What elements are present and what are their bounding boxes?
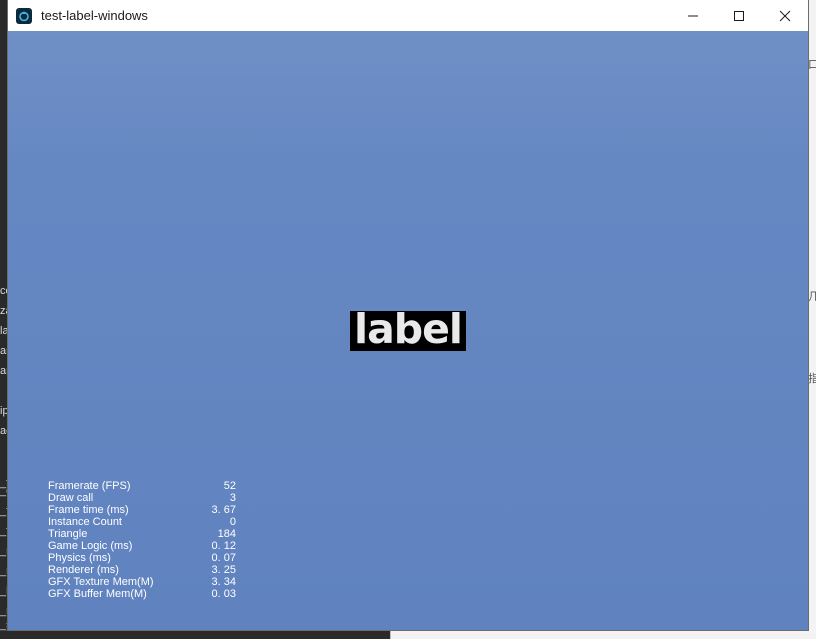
maximize-icon [734,10,744,21]
window-title: test-label-windows [41,8,148,23]
desktop-bottom-right-strip [390,630,816,639]
bg-fragment: 几状 [808,291,816,303]
stat-row-draw-call: Draw call 3 [48,492,236,504]
stat-value: 52 [223,480,236,492]
label-text: label [354,311,463,351]
stat-row-frame-time: Frame time (ms) 3. 67 [48,504,236,516]
title-bar[interactable]: test-label-windows [8,0,808,31]
bg-fragment: 口. [808,59,816,71]
stat-label: Renderer (ms) [48,564,119,576]
stat-label: Game Logic (ms) [48,540,133,552]
maximize-button[interactable] [716,0,762,31]
minimize-button[interactable] [670,0,716,31]
desktop-right-strip [808,0,816,639]
stat-label: GFX Buffer Mem(M) [48,588,147,600]
bg-fragment: 指 [808,373,816,385]
stat-row-triangle: Triangle 184 [48,528,236,540]
stat-row-gfx-buffer-mem: GFX Buffer Mem(M) 0. 03 [48,588,236,600]
app-window: test-label-windows label Framerate (FPS)… [8,0,808,630]
cocos-app-icon [16,7,32,24]
stat-value: 0. 07 [211,552,236,564]
close-icon [779,10,791,21]
stat-value: 3 [229,492,236,504]
desktop-left-strip [0,0,8,639]
stat-row-renderer: Renderer (ms) 3. 25 [48,564,236,576]
stat-value: 0. 12 [211,540,236,552]
label-node: label [350,311,466,351]
stat-value: 184 [217,528,236,540]
stat-label: Frame time (ms) [48,504,129,516]
close-button[interactable] [762,0,808,31]
stat-value: 0 [229,516,236,528]
stat-label: Physics (ms) [48,552,111,564]
stat-value: 3. 25 [211,564,236,576]
stat-row-gfx-texture-mem: GFX Texture Mem(M) 3. 34 [48,576,236,588]
window-controls [670,0,808,31]
stat-row-game-logic: Game Logic (ms) 0. 12 [48,540,236,552]
stat-label: Draw call [48,492,94,504]
stat-value: 0. 03 [211,588,236,600]
minimize-icon [688,15,698,16]
stat-label: Triangle [48,528,88,540]
stat-value: 3. 34 [211,576,236,588]
stat-label: Instance Count [48,516,122,528]
stat-row-fps: Framerate (FPS) 52 [48,480,236,492]
stat-value: 3. 67 [211,504,236,516]
stat-row-physics: Physics (ms) 0. 07 [48,552,236,564]
stat-row-instance-count: Instance Count 0 [48,516,236,528]
game-canvas[interactable]: label Framerate (FPS) 52 Draw call 3 Fra… [8,31,808,630]
profiler-stats: Framerate (FPS) 52 Draw call 3 Frame tim… [48,480,236,600]
stat-label: GFX Texture Mem(M) [48,576,154,588]
stat-label: Framerate (FPS) [48,480,131,492]
